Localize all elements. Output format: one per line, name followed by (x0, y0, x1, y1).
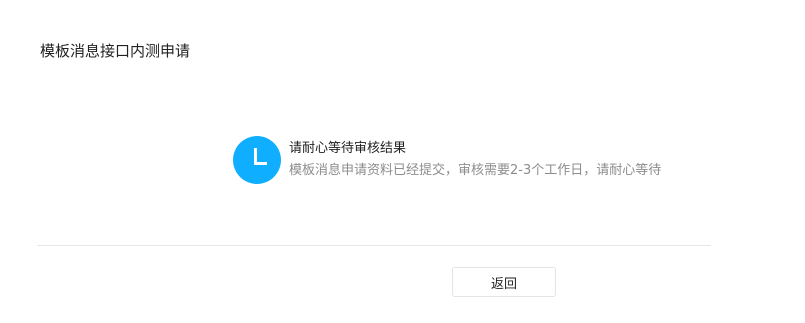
waiting-clock-icon (233, 136, 281, 184)
status-title: 请耐心等待审核结果 (289, 141, 407, 156)
status-description: 模板消息申请资料已经提交，审核需要2-3个工作日，请耐心等待 (289, 163, 662, 178)
back-button[interactable]: 返回 (452, 267, 556, 297)
status-text: 请耐心等待审核结果 模板消息申请资料已经提交，审核需要2-3个工作日，请耐心等待 (289, 139, 661, 181)
divider (37, 245, 711, 246)
page-title: 模板消息接口内测申请 (40, 42, 191, 60)
status-message: 请耐心等待审核结果 模板消息申请资料已经提交，审核需要2-3个工作日，请耐心等待 (233, 135, 661, 185)
